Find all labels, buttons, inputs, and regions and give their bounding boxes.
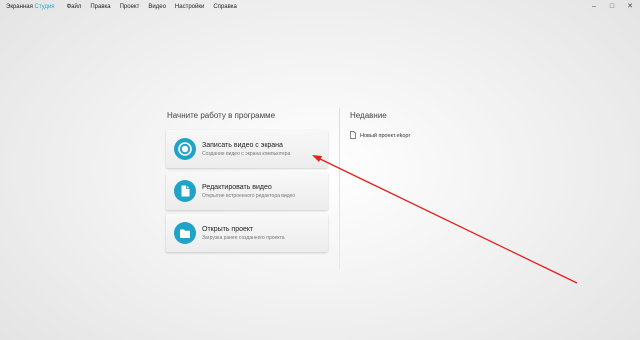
annotation-arrow — [312, 155, 578, 284]
